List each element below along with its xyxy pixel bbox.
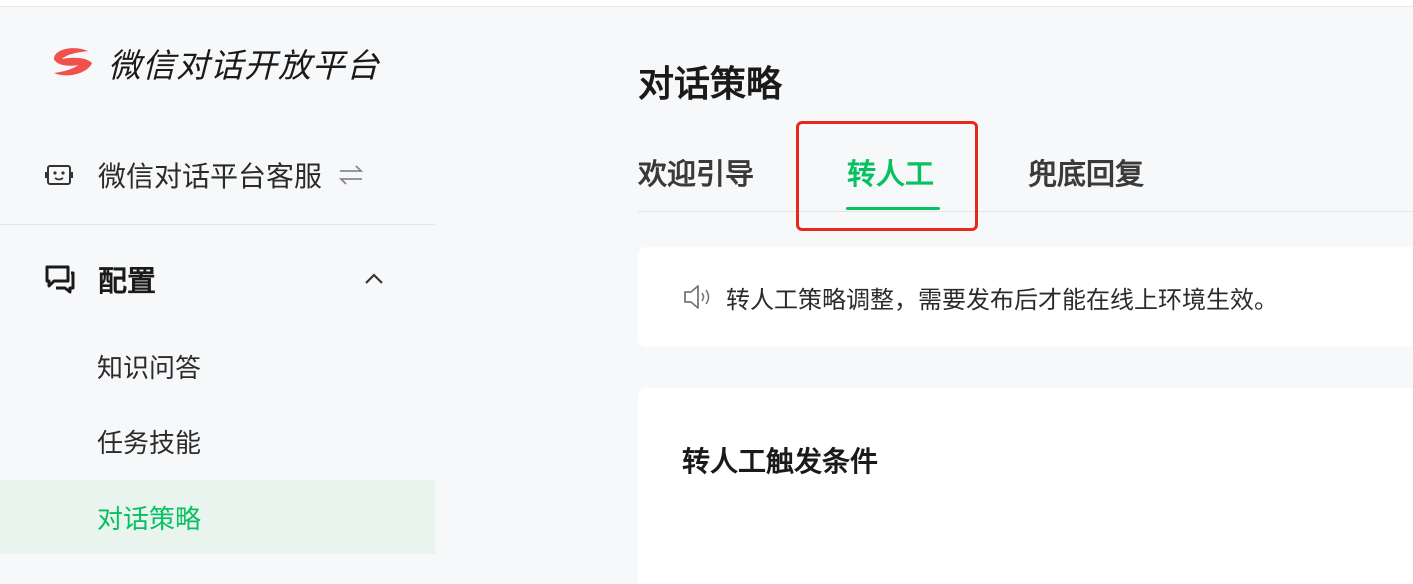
- brand[interactable]: 微信对话开放平台: [44, 41, 380, 85]
- notice-text: 转人工策略调整，需要发布后才能在线上环境生效。: [726, 285, 1278, 314]
- active-tab-indicator: [846, 207, 940, 210]
- sidebar: 微信对话开放平台 微信对话平台客服 配置 知识问答 任务技能 对话策略: [0, 7, 435, 577]
- sidebar-group-label: 配置: [98, 264, 157, 298]
- account-switcher[interactable]: 微信对话平台客服: [44, 153, 404, 197]
- speaker-icon: [684, 285, 710, 309]
- chat-config-icon: [45, 265, 75, 294]
- main-content: 对话策略 欢迎引导 转人工 兜底回复 转人工策略调整，需要发布后才能在线上环境生…: [435, 7, 1413, 584]
- page-title: 对话策略: [638, 64, 783, 105]
- tab-fallback-reply[interactable]: 兜底回复: [1028, 151, 1144, 193]
- sidebar-item-label: 对话策略: [97, 504, 202, 535]
- switch-icon[interactable]: [336, 160, 366, 190]
- sidebar-group-config[interactable]: 配置: [44, 257, 394, 301]
- tab-bar: 欢迎引导 转人工 兜底回复: [638, 141, 1413, 212]
- card-title: 转人工触发条件: [682, 445, 879, 478]
- brand-name: 微信对话开放平台: [108, 46, 380, 85]
- sidebar-divider: [0, 224, 435, 225]
- sidebar-item-label: 知识问答: [97, 353, 202, 384]
- account-name: 微信对话平台客服: [98, 160, 323, 193]
- top-bar: [0, 0, 1413, 7]
- chevron-up-icon[interactable]: [360, 265, 388, 293]
- notice-banner: 转人工策略调整，需要发布后才能在线上环境生效。: [638, 247, 1413, 347]
- transfer-conditions-card: 转人工触发条件: [638, 388, 1413, 584]
- sidebar-item-knowledge-qa[interactable]: 知识问答: [0, 329, 435, 403]
- tab-welcome-guide[interactable]: 欢迎引导: [638, 151, 754, 193]
- brand-logo-icon: [54, 48, 92, 76]
- sidebar-item-task-skills[interactable]: 任务技能: [0, 404, 435, 478]
- sidebar-item-label: 任务技能: [97, 428, 202, 459]
- sidebar-item-dialog-strategy[interactable]: 对话策略: [0, 480, 435, 554]
- bot-icon: [45, 165, 73, 185]
- tab-transfer-to-human[interactable]: 转人工: [847, 151, 934, 193]
